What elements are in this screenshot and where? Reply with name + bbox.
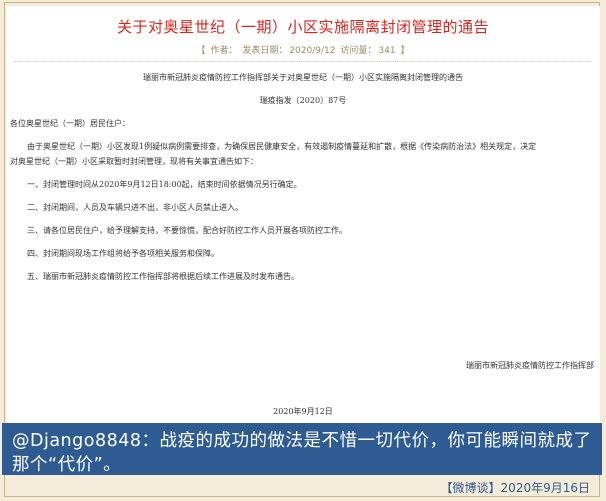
- notice-intro-line-2: 对奥星世纪（一期）小区采取暂时封闭管理，现将有关事宜通告如下：: [10, 157, 258, 166]
- meta-visits-label: 访问量：: [340, 46, 377, 56]
- notice-salutation: 各位奥星世纪（一期）居民住户：: [10, 119, 130, 128]
- notice-screenshot: 关于对奥星世纪（一期）小区实施隔离封闭管理的通告 【 作者： 发表日期： 2020…: [6, 6, 600, 425]
- meta-open-bracket: 【: [196, 46, 206, 56]
- comment-banner: @Django8848：战疫的成功的做法是不惜一切代价，你可能瞬间就成了那个“代…: [2, 423, 602, 475]
- source-footer: 【微博谈】2020年9月16日: [440, 481, 590, 495]
- notice-heading: 瑞丽市新冠肺炎疫情防控工作指挥部关于对奥星世纪（一期）小区实施隔离封闭管理的通告: [143, 73, 463, 82]
- notice-signature: 瑞丽市新冠肺炎疫情防控工作指挥部: [466, 361, 594, 370]
- notice-date: 2020年9月12日: [273, 407, 333, 416]
- notice-item-3: 三、请各位居民住户，给予理解支持，不要惊慌，配合好防控工作人员开展各项防控工作。: [27, 226, 347, 235]
- notice-doc-number: 瑞疫指发〔2020〕87号: [259, 96, 347, 105]
- meta-date-label: 发表日期：: [242, 46, 288, 56]
- meta-visits: 341: [378, 46, 396, 56]
- notice-intro-line-1: 由于奥星世纪（一期）小区发现1例疑似病例需要排查，为确保居民健康安全，有效遏制疫…: [27, 142, 537, 151]
- article-meta: 【 作者： 发表日期： 2020/9/12 访问量： 341 】: [6, 43, 600, 56]
- notice-item-4: 四、封闭期间现场工作组将给予各项相关服务和保障。: [27, 249, 219, 258]
- notice-item-5: 五、瑞丽市新冠肺炎疫情防控工作指挥部将根据后续工作进展及时发布通告。: [27, 272, 299, 281]
- notice-item-2: 二、封闭期间，人员及车辆只进不出，非小区人员禁止进入。: [27, 203, 243, 212]
- meta-divider: [14, 61, 592, 62]
- meta-date: 2020/9/12: [289, 46, 336, 56]
- notice-item-1: 一、封闭管理时间从2020年9月12日18:00起，结束时间依据情况另行确定。: [27, 180, 302, 189]
- article-title: 关于对奥星世纪（一期）小区实施隔离封闭管理的通告: [116, 18, 489, 36]
- meta-author-label: 作者：: [210, 46, 238, 56]
- comment-text: @Django8848：战疫的成功的做法是不惜一切代价，你可能瞬间就成了那个“代…: [12, 431, 592, 475]
- meta-close-bracket: 】: [400, 46, 410, 56]
